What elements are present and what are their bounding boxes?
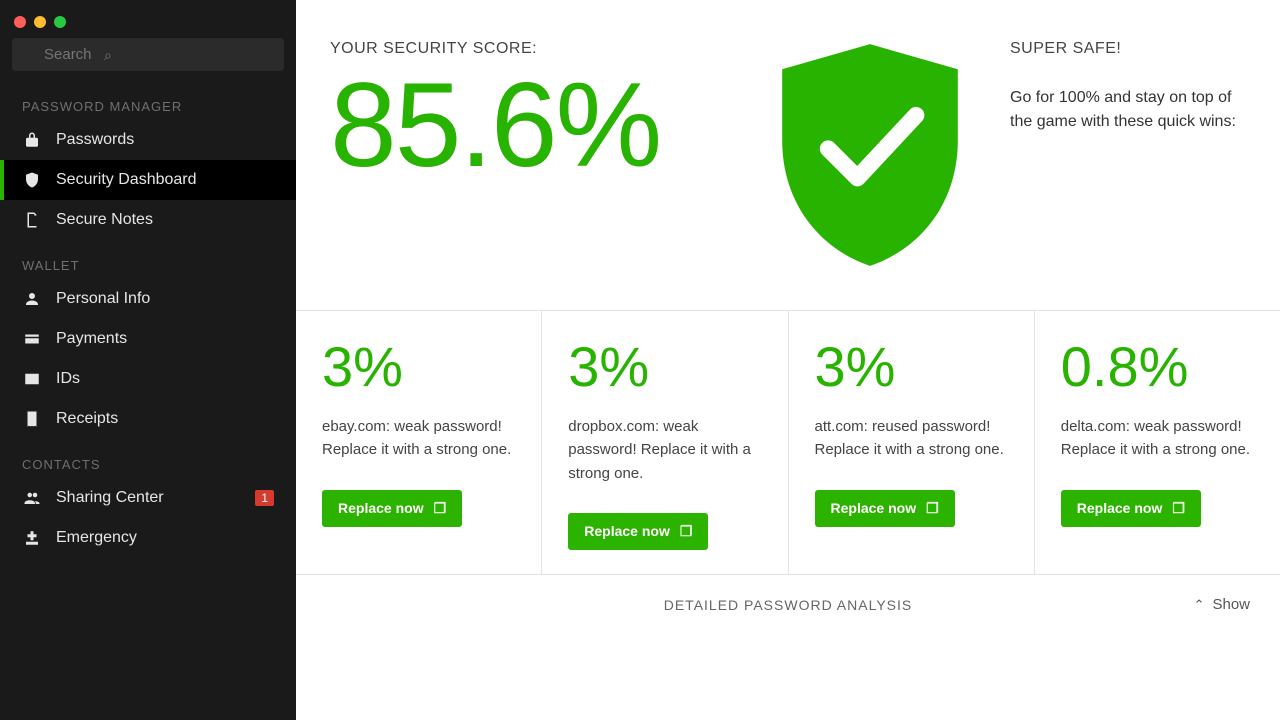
sidebar-item-personal-info[interactable]: Personal Info xyxy=(0,279,296,319)
sidebar-item-receipts[interactable]: Receipts xyxy=(0,399,296,439)
card-percentage: 3% xyxy=(815,339,1008,395)
sidebar-item-ids[interactable]: IDs xyxy=(0,359,296,399)
sidebar-item-label: Emergency xyxy=(56,529,137,547)
card-percentage: 3% xyxy=(568,339,761,395)
card-message: ebay.com: weak password! Replace it with… xyxy=(322,415,515,462)
card-percentage: 3% xyxy=(322,339,515,395)
sidebar: ⌕ PASSWORD MANAGER Passwords Security Da… xyxy=(0,0,296,720)
footer-title: DETAILED PASSWORD ANALYSIS xyxy=(664,597,913,613)
maximize-window-button[interactable] xyxy=(54,16,66,28)
security-score-panel: YOUR SECURITY SCORE: 85.6% SUPER SAFE! G… xyxy=(296,0,1280,310)
id-icon xyxy=(22,369,42,389)
safe-title: SUPER SAFE! xyxy=(1010,40,1252,58)
sidebar-item-label: Payments xyxy=(56,330,127,348)
sidebar-item-sharing-center[interactable]: Sharing Center 1 xyxy=(0,478,296,518)
sidebar-item-payments[interactable]: Payments xyxy=(0,319,296,359)
sidebar-item-label: Passwords xyxy=(56,131,134,149)
sidebar-item-emergency[interactable]: Emergency xyxy=(0,518,296,558)
replace-now-button[interactable]: Replace now ❐ xyxy=(815,490,955,527)
window-controls xyxy=(0,8,296,38)
lock-icon xyxy=(22,130,42,150)
notification-badge: 1 xyxy=(255,490,274,506)
sidebar-item-label: Security Dashboard xyxy=(56,171,197,189)
chevron-up-icon: ⌃ xyxy=(1194,597,1205,613)
person-icon xyxy=(22,289,42,309)
sidebar-item-security-dashboard[interactable]: Security Dashboard xyxy=(0,160,296,200)
main-content: YOUR SECURITY SCORE: 85.6% SUPER SAFE! G… xyxy=(296,0,1280,720)
button-label: Replace now xyxy=(584,523,670,539)
sidebar-item-label: Sharing Center xyxy=(56,489,164,507)
sidebar-item-label: Receipts xyxy=(56,410,118,428)
people-icon xyxy=(22,488,42,508)
emergency-icon xyxy=(22,528,42,548)
improvement-card: 3% ebay.com: weak password! Replace it w… xyxy=(296,311,542,574)
card-icon xyxy=(22,329,42,349)
search-input[interactable] xyxy=(12,38,284,71)
section-header-contacts: CONTACTS xyxy=(0,439,296,478)
card-percentage: 0.8% xyxy=(1061,339,1254,395)
sidebar-item-label: IDs xyxy=(56,370,80,388)
sidebar-item-label: Personal Info xyxy=(56,290,150,308)
external-icon: ❐ xyxy=(1172,500,1185,517)
replace-now-button[interactable]: Replace now ❐ xyxy=(568,513,708,550)
external-icon: ❐ xyxy=(680,523,693,540)
detailed-analysis-bar: DETAILED PASSWORD ANALYSIS ⌃ Show xyxy=(296,574,1280,635)
improvement-card: 3% att.com: reused password! Replace it … xyxy=(789,311,1035,574)
minimize-window-button[interactable] xyxy=(34,16,46,28)
shield-check-icon xyxy=(740,40,1000,270)
score-value: 85.6% xyxy=(330,62,740,188)
button-label: Replace now xyxy=(338,500,424,516)
card-message: dropbox.com: weak password! Replace it w… xyxy=(568,415,761,485)
sidebar-item-passwords[interactable]: Passwords xyxy=(0,120,296,160)
show-toggle[interactable]: ⌃ Show xyxy=(1194,596,1250,613)
button-label: Replace now xyxy=(831,500,917,516)
score-label: YOUR SECURITY SCORE: xyxy=(330,40,740,58)
sidebar-item-label: Secure Notes xyxy=(56,211,153,229)
button-label: Replace now xyxy=(1077,500,1163,516)
section-header-wallet: WALLET xyxy=(0,240,296,279)
note-icon xyxy=(22,210,42,230)
replace-now-button[interactable]: Replace now ❐ xyxy=(1061,490,1201,527)
external-icon: ❐ xyxy=(926,500,939,517)
section-header-password-manager: PASSWORD MANAGER xyxy=(0,81,296,120)
sidebar-item-secure-notes[interactable]: Secure Notes xyxy=(0,200,296,240)
improvement-card: 3% dropbox.com: weak password! Replace i… xyxy=(542,311,788,574)
show-label: Show xyxy=(1212,596,1250,613)
card-message: delta.com: weak password! Replace it wit… xyxy=(1061,415,1254,462)
shield-icon xyxy=(22,170,42,190)
improvement-card: 0.8% delta.com: weak password! Replace i… xyxy=(1035,311,1280,574)
card-message: att.com: reused password! Replace it wit… xyxy=(815,415,1008,462)
receipt-icon xyxy=(22,409,42,429)
external-icon: ❐ xyxy=(434,500,447,517)
replace-now-button[interactable]: Replace now ❐ xyxy=(322,490,462,527)
close-window-button[interactable] xyxy=(14,16,26,28)
safe-text: Go for 100% and stay on top of the game … xyxy=(1010,86,1252,134)
improvement-cards: 3% ebay.com: weak password! Replace it w… xyxy=(296,310,1280,574)
search-container: ⌕ xyxy=(0,38,296,81)
